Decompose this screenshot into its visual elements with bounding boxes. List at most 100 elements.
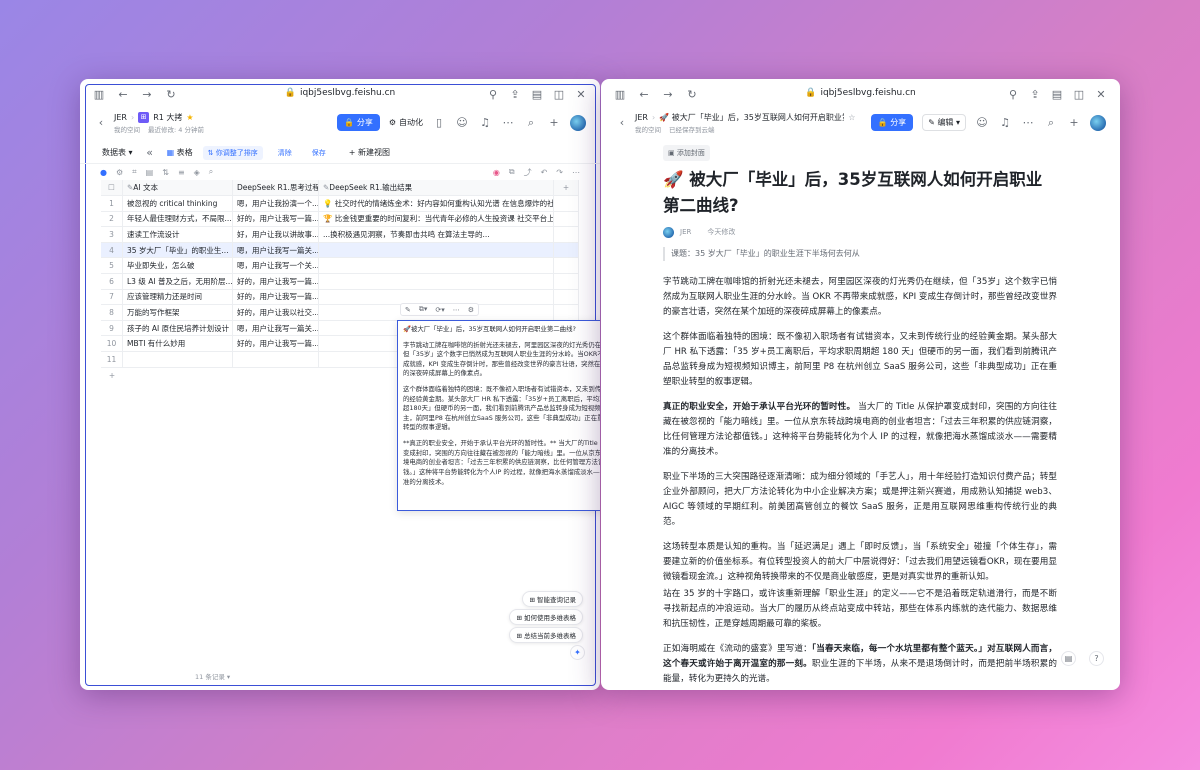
- search-icon[interactable]: ⌕: [1044, 116, 1058, 130]
- save-button[interactable]: 保存: [307, 146, 331, 160]
- row-number[interactable]: 6: [101, 273, 123, 289]
- user-add-icon[interactable]: ☺: [455, 116, 469, 130]
- author-name[interactable]: JER: [680, 226, 691, 238]
- cell-output[interactable]: ...换积极遇见洞察，节奏即击共鸣 在算法主导的...: [319, 227, 554, 242]
- cell-output[interactable]: [319, 273, 554, 289]
- avatar[interactable]: [1090, 114, 1106, 131]
- table-row[interactable]: 1 被忽视的 critical thinking 嗯，用户让我扮演一个... 💡 社交…: [101, 196, 579, 212]
- table-row[interactable]: 5 毕业即失业，怎么破 嗯，用户让我写一个关...: [101, 258, 579, 274]
- doc-icon[interactable]: ▯: [432, 116, 446, 130]
- how-to-use-button[interactable]: ⊞ 如何使用多维表格: [509, 609, 583, 625]
- sidebar-collapse-icon[interactable]: «: [143, 146, 157, 160]
- more-icon[interactable]: ⋯: [501, 116, 515, 130]
- color-icon[interactable]: ◈: [194, 168, 200, 177]
- cell-thinking[interactable]: 好的，用户让我写一篇...: [233, 289, 319, 305]
- cell-ai-text[interactable]: 万能的写作框架: [123, 305, 233, 320]
- column-header-output[interactable]: ✎ DeepSeek R1.输出结果: [319, 180, 554, 195]
- cell-thinking[interactable]: 好的，用户让我写一篇...: [233, 273, 319, 289]
- cell-thinking[interactable]: [233, 351, 319, 367]
- outline-icon[interactable]: ▤: [1061, 651, 1076, 666]
- address-bar[interactable]: 🔒 iqbj5eslbvg.feishu.cn: [80, 88, 600, 98]
- help-icon[interactable]: ?: [1089, 651, 1104, 666]
- row-number[interactable]: 11: [101, 351, 123, 367]
- filter-icon[interactable]: ⌗: [132, 167, 137, 177]
- table-row[interactable]: 7 应该管理精力还是时间 好的，用户让我写一篇...: [101, 289, 579, 306]
- star-icon[interactable]: ★: [186, 113, 193, 122]
- search-icon[interactable]: ⌕: [524, 116, 538, 130]
- author-avatar[interactable]: [663, 227, 674, 238]
- ai-edit-icon[interactable]: ✎: [405, 306, 411, 314]
- row-number[interactable]: 2: [101, 211, 123, 227]
- add-column-button[interactable]: +: [554, 180, 579, 195]
- cell-ai-text[interactable]: L3 级 AI 普及之后，无用阶层...: [123, 273, 233, 289]
- cell-output[interactable]: [319, 258, 554, 273]
- select-all-checkbox[interactable]: ☐: [101, 180, 123, 195]
- table-row[interactable]: 6 L3 级 AI 普及之后，无用阶层... 好的，用户让我写一篇...: [101, 273, 579, 290]
- column-header-thinking[interactable]: DeepSeek R1.思考过程: [233, 180, 319, 195]
- cell-thinking[interactable]: 嗯，用户让我写一个关...: [233, 258, 319, 273]
- cell-thinking[interactable]: 好，用户让我以讲故事...: [233, 227, 319, 242]
- table-row[interactable]: 2 年轻人最佳理财方式，不局限... 好的，用户让我写一篇... 🏆 比金钱更重要的时…: [101, 211, 579, 228]
- group-icon[interactable]: ▤: [146, 168, 154, 177]
- cell-thinking[interactable]: 嗯，用户让我写一篇关...: [233, 320, 319, 336]
- row-number[interactable]: 3: [101, 227, 123, 242]
- record-count[interactable]: 11 条记录 ▾: [195, 671, 230, 681]
- row-number[interactable]: 5: [101, 258, 123, 273]
- share-button[interactable]: 🔒 分享: [337, 114, 380, 131]
- ai-assistant-icon[interactable]: ✦: [570, 645, 585, 660]
- cell-ai-text[interactable]: 应该管理精力还是时间: [123, 289, 233, 305]
- copy-cell-icon[interactable]: ⧉▾: [419, 305, 428, 314]
- plus-icon[interactable]: +: [1067, 116, 1081, 130]
- avatar[interactable]: [570, 114, 586, 131]
- automation-button[interactable]: ⚙ 自动化: [389, 117, 423, 128]
- row-height-icon[interactable]: ≡: [178, 168, 185, 177]
- table-row[interactable]: 8 万能的写作框架 好的，用户让我以社交...: [101, 305, 579, 321]
- breadcrumb-owner[interactable]: JER: [635, 113, 648, 122]
- back-chevron-icon[interactable]: ‹: [94, 116, 108, 130]
- cell-output[interactable]: 🏆 比金钱更重要的时间复利：当代青年必修的人生投资课 社交平台上刷...: [319, 211, 554, 227]
- clear-button[interactable]: 清除: [273, 146, 297, 160]
- smart-query-button[interactable]: ⊞ 智能查询记录: [522, 591, 583, 607]
- space-label[interactable]: 我的空间: [635, 124, 661, 134]
- cell-output[interactable]: [319, 289, 554, 305]
- row-number[interactable]: 9: [101, 320, 123, 336]
- cell-settings-icon[interactable]: ⚙: [468, 306, 474, 314]
- space-label[interactable]: 我的空间: [114, 124, 140, 134]
- more-tools-icon[interactable]: ⋯: [572, 168, 580, 177]
- row-number[interactable]: 7: [101, 289, 123, 305]
- share-button[interactable]: 🔒 分享: [870, 114, 914, 131]
- row-number[interactable]: 4: [101, 242, 123, 258]
- star-icon[interactable]: ☆: [848, 113, 855, 122]
- bell-icon[interactable]: ♫: [998, 116, 1012, 130]
- cell-ai-text[interactable]: MBTI 有什么妙用: [123, 336, 233, 351]
- add-cover-button[interactable]: ▣ 添加封面: [663, 145, 710, 162]
- new-view-button[interactable]: + 新建视图: [349, 147, 390, 158]
- cell-output[interactable]: 💡 社交时代的情绪炼金术：好内容如何重构认知光谱 在信息爆炸的社交...: [319, 196, 554, 211]
- cell-ai-text[interactable]: 35 岁大厂「毕业」的职业生...: [123, 242, 233, 258]
- find-icon[interactable]: ⌕: [209, 167, 213, 177]
- cell-ai-text[interactable]: [123, 351, 233, 367]
- tab-grid-view[interactable]: ▦ 表格: [167, 147, 193, 158]
- column-header-ai-text[interactable]: ✎ AI 文本: [123, 180, 233, 195]
- row-number[interactable]: 1: [101, 196, 123, 211]
- table-row[interactable]: 3 速读工作流设计 好，用户让我以讲故事... ...换积极遇见洞察，节奏即击共鸣 在…: [101, 227, 579, 243]
- cell-thinking[interactable]: 好的，用户让我以社交...: [233, 305, 319, 320]
- share-view-icon[interactable]: ⤴: [524, 167, 532, 178]
- cell-thinking[interactable]: 好的，用户让我写一篇...: [233, 336, 319, 351]
- row-number[interactable]: 10: [101, 336, 123, 351]
- redo-icon[interactable]: ↷: [556, 168, 563, 177]
- cell-thinking[interactable]: 好的，用户让我写一篇...: [233, 211, 319, 227]
- breadcrumb-owner[interactable]: JER: [114, 113, 127, 122]
- cell-output[interactable]: [319, 242, 554, 258]
- address-bar[interactable]: 🔒 iqbj5eslbvg.feishu.cn: [601, 88, 1120, 98]
- ai-icon[interactable]: ◉: [493, 168, 500, 177]
- table-row[interactable]: 4 35 岁大厂「毕业」的职业生... 嗯，用户让我写一篇关...: [101, 242, 579, 259]
- user-add-icon[interactable]: ☺: [975, 116, 989, 130]
- copy-icon[interactable]: ⧉: [509, 167, 515, 177]
- regenerate-icon[interactable]: ⟳▾: [435, 306, 444, 314]
- expanded-cell-popup[interactable]: 🚀被大厂「毕业」后，35岁互联网人如何开启职业第二曲线? 字节跳动工牌在咖啡馆的…: [397, 320, 600, 511]
- bell-icon[interactable]: ♫: [478, 116, 492, 130]
- summarize-button[interactable]: ⊞ 总结当前多维表格: [509, 627, 583, 643]
- cell-ai-text[interactable]: 年轻人最佳理财方式，不局限...: [123, 211, 233, 227]
- cell-more-icon[interactable]: ⋯: [453, 306, 460, 314]
